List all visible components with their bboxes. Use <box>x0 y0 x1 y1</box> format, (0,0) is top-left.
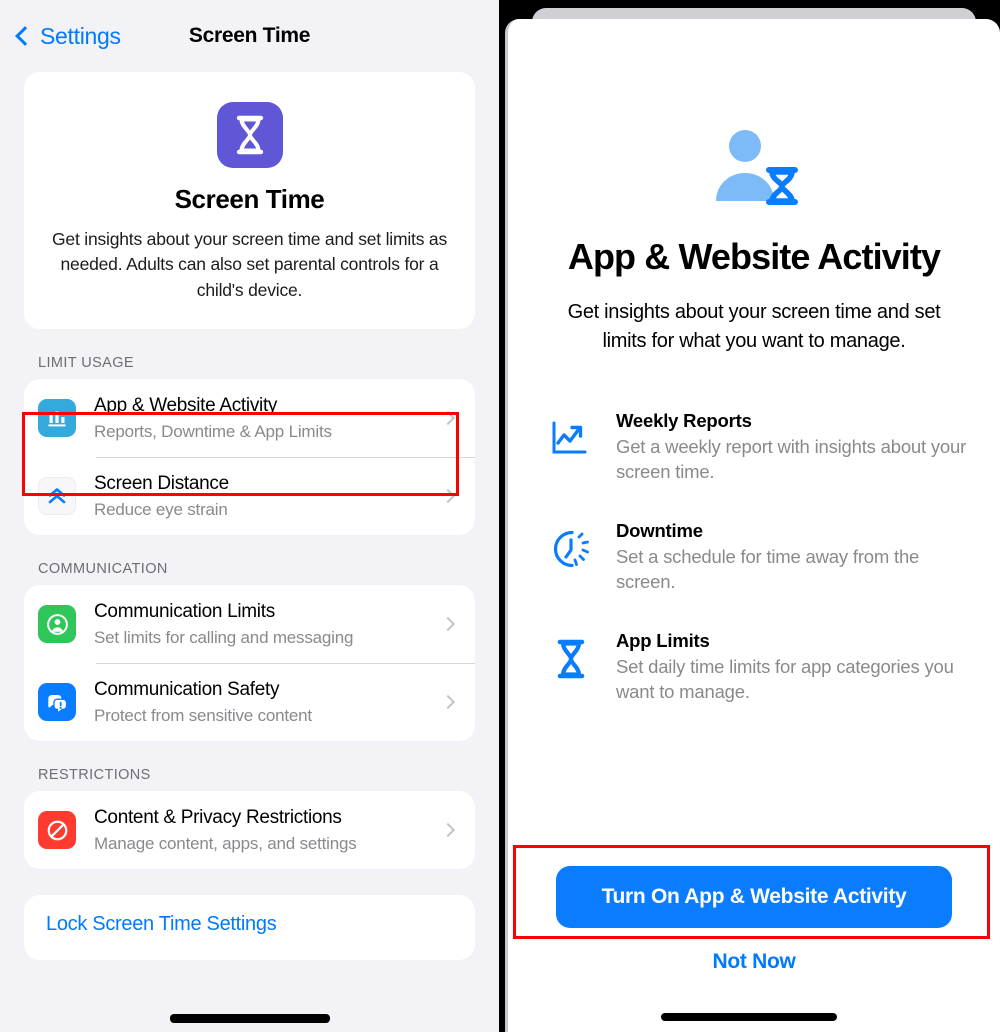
chevron-right-icon <box>440 695 456 710</box>
chevron-right-icon <box>440 411 456 426</box>
person-hourglass-icon <box>534 127 974 214</box>
feature-description: Get a weekly report with insights about … <box>616 436 967 482</box>
back-button-label: Settings <box>40 22 121 49</box>
message-alert-icon <box>38 683 76 722</box>
feature-list: Weekly Reports Get a weekly report with … <box>534 410 974 741</box>
sheet-title: App & Website Activity <box>567 236 941 277</box>
feature-description: Set daily time limits for app categories… <box>616 656 954 702</box>
screenshot-root: Settings Screen Time Screen Time Get ins… <box>0 0 1000 1032</box>
chart-trend-up-icon <box>548 416 594 462</box>
hero-title: Screen Time <box>174 184 325 214</box>
row-text: Content & Privacy Restrictions Manage co… <box>94 806 433 854</box>
onboarding-sheet: App & Website Activity Get insights abou… <box>505 19 1000 1032</box>
home-indicator-right <box>661 1013 837 1021</box>
feature-title: Downtime <box>616 520 703 542</box>
sidebar-item-app-website-activity[interactable]: App & Website Activity Reports, Downtime… <box>24 379 475 457</box>
group-limit-usage: App & Website Activity Reports, Downtime… <box>24 379 475 536</box>
section-header-communication: COMMUNICATION <box>38 561 168 578</box>
settings-scroll-area[interactable]: Screen Time Get insights about your scre… <box>0 72 499 961</box>
chevron-right-icon <box>440 489 456 504</box>
hero-description: Get insights about your screen time and … <box>52 229 448 300</box>
downtime-clock-icon <box>548 526 594 572</box>
section-header-limit-usage: LIMIT USAGE <box>38 355 134 372</box>
row-subtitle: Protect from sensitive content <box>94 705 312 725</box>
sheet-content: App & Website Activity Get insights abou… <box>508 19 1000 1032</box>
sidebar-item-content-privacy-restrictions[interactable]: Content & Privacy Restrictions Manage co… <box>24 791 475 869</box>
feature-weekly-reports: Weekly Reports Get a weekly report with … <box>548 410 974 484</box>
screen-time-hero-card: Screen Time Get insights about your scre… <box>24 72 475 330</box>
chevrons-up-icon <box>38 477 76 516</box>
row-subtitle: Reduce eye strain <box>94 499 228 519</box>
feature-body: Weekly Reports Get a weekly report with … <box>616 410 974 484</box>
turn-on-app-website-activity-button[interactable]: Turn On App & Website Activity <box>556 866 952 928</box>
group-restrictions: Content & Privacy Restrictions Manage co… <box>24 791 475 870</box>
feature-app-limits: App Limits Set daily time limits for app… <box>548 630 974 704</box>
app-website-activity-sheet-panel: App & Website Activity Get insights abou… <box>499 0 1000 1032</box>
not-now-button[interactable]: Not Now <box>712 950 795 974</box>
row-title: Content & Privacy Restrictions <box>94 807 342 829</box>
hourglass-icon <box>548 636 594 682</box>
chevron-left-icon <box>15 26 35 46</box>
back-to-settings-button[interactable]: Settings <box>15 22 121 50</box>
row-title: Communication Limits <box>94 601 275 623</box>
row-title: Screen Distance <box>94 473 229 495</box>
person-circle-icon <box>38 605 76 644</box>
row-text: Communication Safety Protect from sensit… <box>94 678 433 726</box>
feature-downtime: Downtime Set a schedule for time away fr… <box>548 520 974 594</box>
sheet-hero: App & Website Activity Get insights abou… <box>534 19 974 356</box>
feature-title: Weekly Reports <box>616 410 752 431</box>
row-title: App & Website Activity <box>94 395 278 417</box>
row-text: Communication Limits Set limits for call… <box>94 600 433 648</box>
row-subtitle: Reports, Downtime & App Limits <box>94 421 332 441</box>
sheet-actions: Turn On App & Website Activity Not Now <box>534 866 974 1032</box>
sidebar-item-screen-distance[interactable]: Screen Distance Reduce eye strain <box>24 457 475 535</box>
settings-screen-time-panel: Settings Screen Time Screen Time Get ins… <box>0 0 499 1032</box>
navigation-bar: Settings Screen Time <box>0 0 499 72</box>
section-header-restrictions: RESTRICTIONS <box>38 767 151 784</box>
feature-body: Downtime Set a schedule for time away fr… <box>616 520 974 594</box>
no-entry-icon <box>38 811 76 850</box>
lock-screen-time-settings-link[interactable]: Lock Screen Time Settings <box>46 913 453 936</box>
chevron-right-icon <box>440 617 456 632</box>
sidebar-item-communication-limits[interactable]: Communication Limits Set limits for call… <box>24 585 475 663</box>
group-communication: Communication Limits Set limits for call… <box>24 585 475 742</box>
bar-chart-icon <box>38 399 76 438</box>
home-indicator-left <box>170 1014 330 1023</box>
row-title: Communication Safety <box>94 679 280 701</box>
sheet-description: Get insights about your screen time and … <box>567 301 941 352</box>
hourglass-icon <box>216 102 283 168</box>
feature-title: App Limits <box>616 630 710 652</box>
sidebar-item-communication-safety[interactable]: Communication Safety Protect from sensit… <box>24 663 475 741</box>
row-subtitle: Set limits for calling and messaging <box>94 627 354 647</box>
feature-description: Set a schedule for time away from the sc… <box>616 546 920 592</box>
chevron-right-icon <box>440 823 456 838</box>
row-subtitle: Manage content, apps, and settings <box>94 833 357 853</box>
group-lock-settings: Lock Screen Time Settings <box>24 895 475 961</box>
row-text: Screen Distance Reduce eye strain <box>94 472 433 520</box>
row-text: App & Website Activity Reports, Downtime… <box>94 394 433 442</box>
feature-body: App Limits Set daily time limits for app… <box>616 630 974 704</box>
